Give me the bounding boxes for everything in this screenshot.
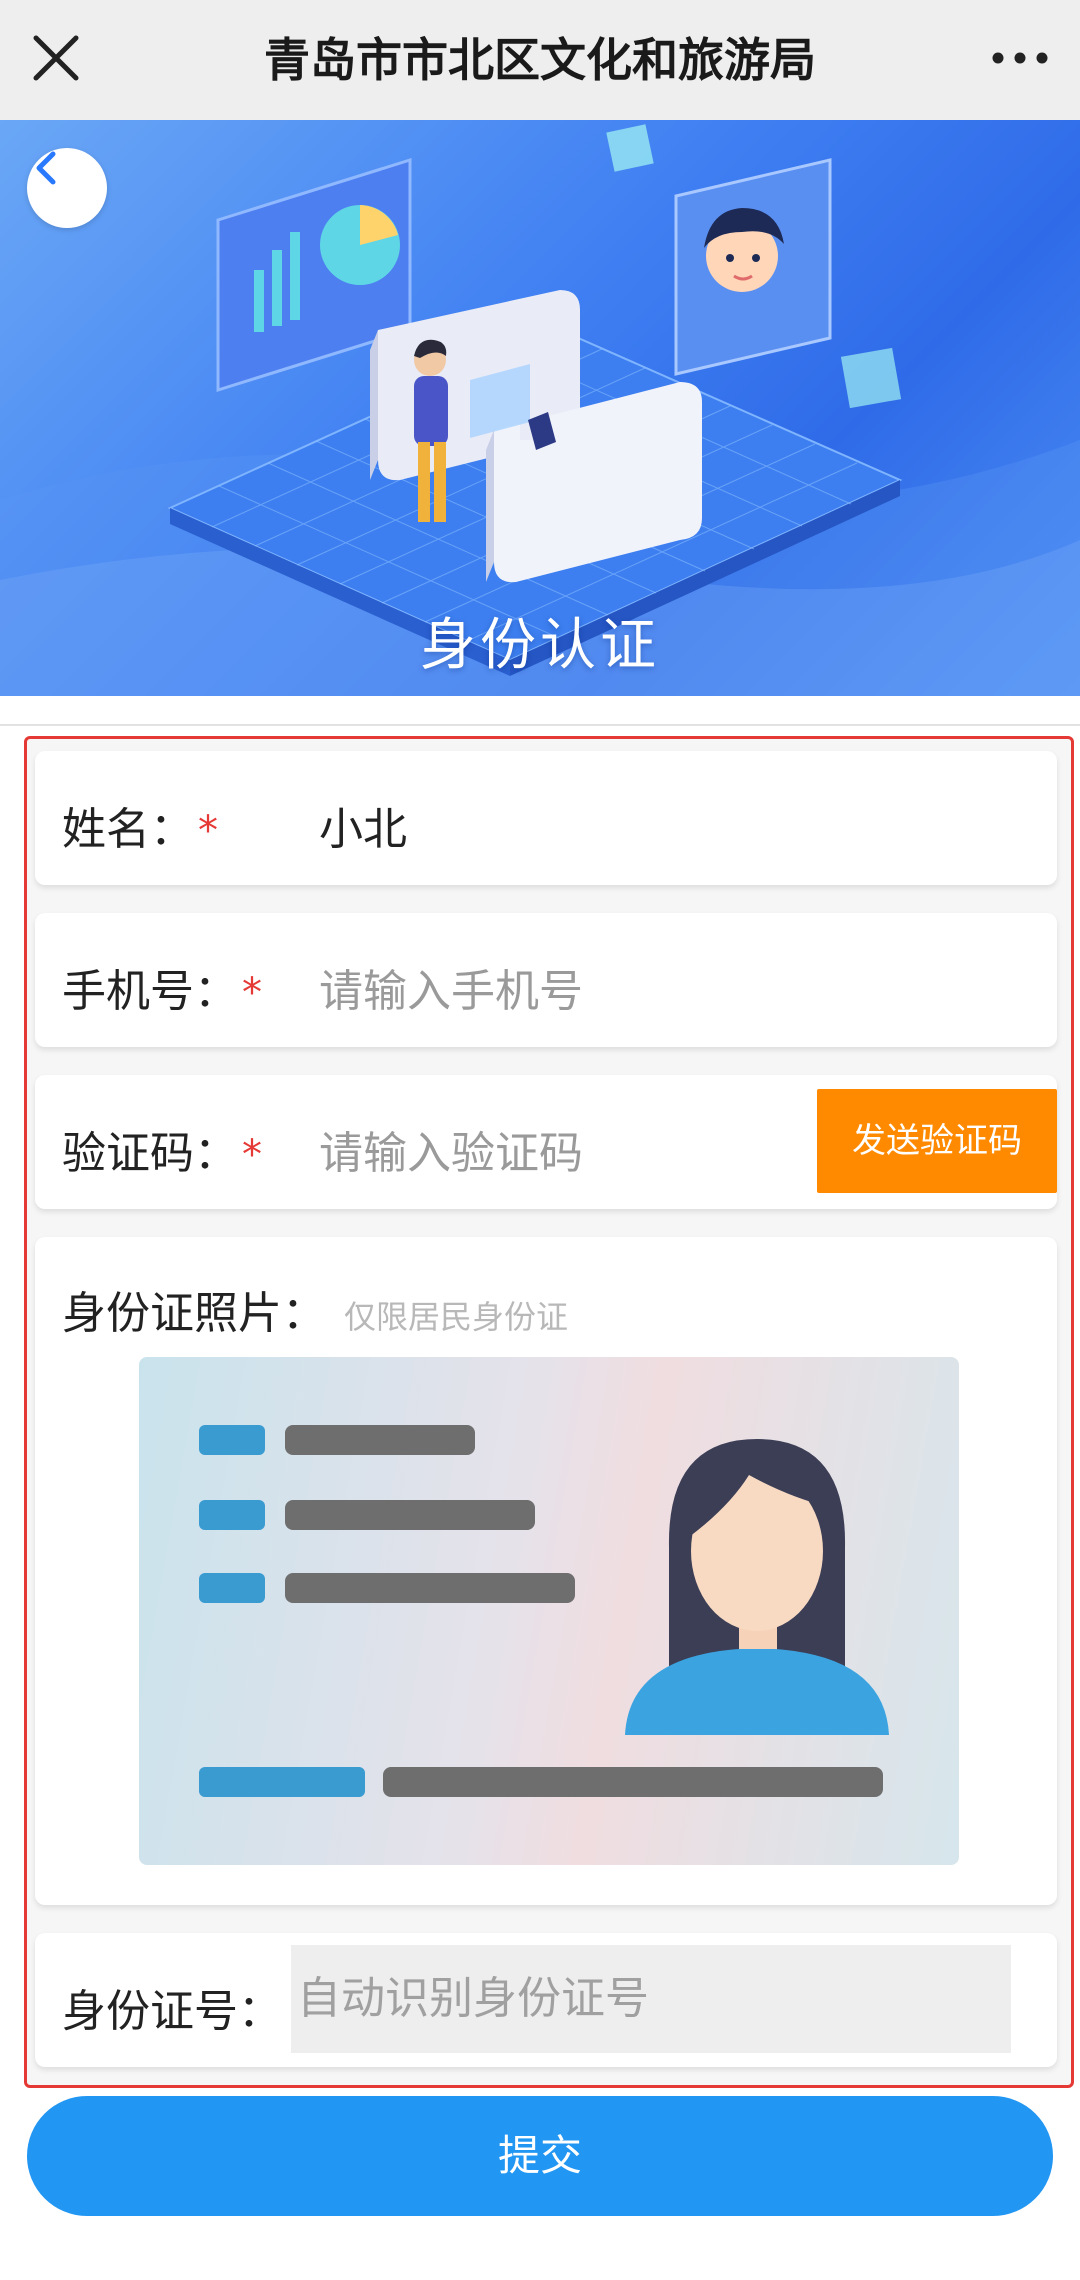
phone-label-text: 手机号： [62, 966, 238, 1017]
page-title: 青岛市市北区文化和旅游局 [264, 33, 816, 87]
back-button[interactable] [27, 148, 107, 228]
id-photo-hint: 仅限居民身份证 [344, 1298, 569, 1336]
code-label: 验证码： * [62, 1117, 262, 1181]
id-photo-row: 身份证照片： 仅限居民身份证 [35, 1237, 1057, 1905]
chevron-left-icon [36, 151, 56, 185]
identity-banner: 身份认证 [0, 120, 1080, 696]
id-number-label: 身份证号： [62, 1986, 282, 2037]
close-icon[interactable] [28, 30, 84, 86]
code-label-text: 验证码： [62, 1128, 238, 1179]
submit-button[interactable]: 提交 [27, 2096, 1053, 2216]
phone-label: 手机号： * [62, 955, 262, 1019]
code-row: 验证码： * 请输入验证码 发送验证码 [35, 1075, 1057, 1209]
id-number-input[interactable]: 自动识别身份证号 [291, 1945, 1011, 2053]
phone-input[interactable]: 请输入手机号 [319, 955, 583, 1019]
name-row: 姓名： * 小北 [35, 751, 1057, 885]
name-label: 姓名： * [62, 793, 218, 857]
id-number-row: 身份证号： 自动识别身份证号 [35, 1933, 1057, 2067]
required-mark: * [242, 970, 262, 1016]
divider [0, 724, 1080, 726]
send-code-button[interactable]: 发送验证码 [817, 1089, 1057, 1193]
id-photo-label-text: 身份证照片： [62, 1288, 326, 1339]
name-label-text: 姓名： [62, 804, 194, 855]
required-mark: * [242, 1132, 262, 1178]
banner-title: 身份认证 [420, 613, 660, 678]
more-icon[interactable] [988, 30, 1052, 86]
id-photo-label: 身份证照片： 仅限居民身份证 [62, 1277, 568, 1341]
identity-form: 姓名： * 小北 手机号： * 请输入手机号 验证码： * 请输入验证码 发送验证码 … [24, 736, 1074, 2088]
phone-row: 手机号： * 请输入手机号 [35, 913, 1057, 1047]
name-field[interactable]: 小北 [319, 793, 407, 857]
top-nav-bar: 青岛市市北区文化和旅游局 [0, 0, 1080, 120]
id-card-icon [199, 1425, 889, 1797]
code-input[interactable]: 请输入验证码 [319, 1117, 583, 1181]
id-card-upload[interactable] [139, 1357, 959, 1865]
required-mark: * [198, 808, 218, 854]
